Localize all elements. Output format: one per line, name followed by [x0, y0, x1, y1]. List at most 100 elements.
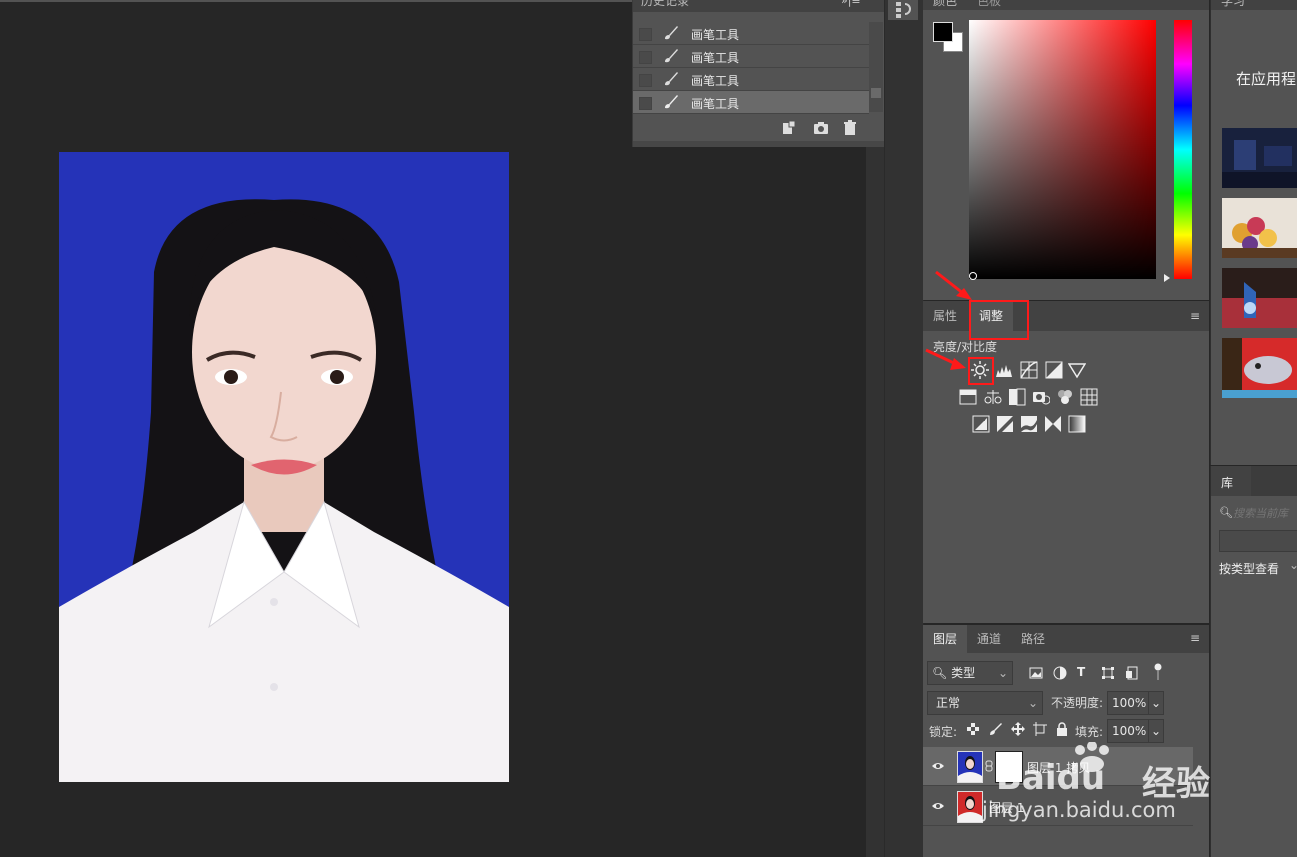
selective-color-icon[interactable] — [1044, 415, 1062, 433]
library-search-input[interactable] — [1231, 502, 1297, 524]
opacity-dropdown[interactable]: ⌄ — [1148, 691, 1164, 715]
lock-transparent-icon[interactable] — [967, 723, 979, 735]
fill-label: 填充: — [1075, 725, 1104, 739]
history-item-current[interactable]: 画笔工具 — [633, 91, 869, 114]
chevron-down-icon: ⌄ — [1289, 558, 1297, 572]
invert-icon[interactable] — [972, 415, 990, 433]
panel-menu-icon[interactable]: ≡ — [1190, 631, 1200, 645]
history-checkbox[interactable] — [639, 28, 652, 41]
chevron-down-icon: ⌄ — [1150, 696, 1162, 710]
learn-tab-bar: 学习 — [1211, 0, 1297, 10]
tab-learn[interactable]: 学习 — [1221, 0, 1245, 9]
id-photo-canvas[interactable] — [59, 152, 509, 782]
vibrance-icon[interactable] — [1068, 361, 1086, 379]
color-picker-field[interactable] — [969, 20, 1156, 279]
smart-object-filter-icon[interactable] — [1125, 666, 1139, 680]
library-select[interactable] — [1219, 530, 1297, 552]
history-panel: 历史记录 »|≡ 画笔工具 画笔工具 画笔工具 画笔工具 — [632, 0, 884, 147]
tutorial-thumbnail[interactable] — [1222, 268, 1297, 328]
watermark-brand: Baidu — [996, 758, 1106, 798]
opacity-value: 100% — [1112, 696, 1147, 710]
chevron-down-icon: ⌄ — [1027, 696, 1038, 710]
new-document-from-state-icon[interactable] — [781, 120, 797, 136]
lock-artboard-icon[interactable] — [1033, 722, 1047, 736]
blend-mode-select[interactable]: 正常 ⌄ — [927, 691, 1043, 715]
gradient-map-icon[interactable] — [1068, 415, 1086, 433]
camera-snapshot-icon[interactable] — [813, 120, 829, 136]
view-by-type-label[interactable]: 按类型查看 — [1219, 560, 1279, 577]
history-item-label: 画笔工具 — [691, 28, 740, 42]
history-footer — [633, 115, 884, 141]
history-scrollbar[interactable] — [869, 22, 883, 112]
history-item[interactable]: 画笔工具 — [633, 45, 869, 68]
hue-slider[interactable] — [1174, 20, 1192, 279]
type-layer-filter-icon[interactable]: T — [1077, 665, 1085, 679]
history-item[interactable]: 画笔工具 — [633, 68, 869, 91]
lock-label: 锁定: — [929, 725, 958, 739]
curves-icon[interactable] — [1020, 361, 1038, 379]
visibility-eye-icon[interactable] — [931, 759, 945, 773]
layer-thumbnail-image — [958, 752, 982, 782]
tutorial-thumbnail[interactable] — [1222, 198, 1297, 258]
fill-value: 100% — [1112, 724, 1147, 738]
hue-saturation-icon[interactable] — [959, 388, 977, 406]
posterize-icon[interactable] — [996, 415, 1014, 433]
tab-paths[interactable]: 路径 — [1011, 625, 1055, 653]
black-white-icon[interactable] — [1008, 388, 1026, 406]
library-tab-bar: 库 — [1211, 466, 1297, 496]
color-lookup-icon[interactable] — [1080, 388, 1098, 406]
filter-toggle-icon[interactable] — [1153, 663, 1163, 681]
tab-channels[interactable]: 通道 — [967, 625, 1011, 653]
fill-dropdown[interactable]: ⌄ — [1148, 719, 1164, 743]
tab-swatches[interactable]: 色板 — [977, 0, 1001, 9]
photo-filter-icon[interactable] — [1032, 388, 1050, 406]
history-dock-icon — [896, 2, 911, 18]
layer-filter-select[interactable]: 🔍︎ 类型 ⌄ — [927, 661, 1013, 685]
fill-input[interactable]: 100% — [1107, 719, 1151, 743]
tutorial-image-flowers — [1222, 198, 1297, 258]
tutorial-thumbnail[interactable] — [1222, 338, 1297, 398]
layer-thumbnail-image — [958, 792, 982, 822]
shape-layer-filter-icon[interactable] — [1101, 666, 1115, 680]
lock-position-move-icon[interactable] — [1011, 722, 1025, 736]
history-scroll-thumb[interactable] — [871, 88, 881, 98]
history-item-label: 画笔工具 — [691, 51, 740, 65]
lock-all-icon[interactable] — [1055, 722, 1069, 736]
history-checkbox[interactable] — [639, 51, 652, 64]
visibility-eye-icon[interactable] — [931, 799, 945, 813]
brightness-contrast-icon[interactable] — [971, 361, 989, 379]
color-balance-icon[interactable] — [984, 388, 1002, 406]
history-checkbox[interactable] — [639, 97, 652, 110]
hue-slider-thumb[interactable] — [1164, 274, 1170, 282]
history-tab[interactable]: 历史记录 — [641, 0, 689, 9]
lock-pixels-brush-icon[interactable] — [989, 722, 1003, 736]
learn-panel: 学习 在应用程 — [1210, 0, 1297, 465]
foreground-color-swatch[interactable] — [933, 22, 953, 42]
exposure-icon[interactable] — [1045, 361, 1063, 379]
panel-menu-icon[interactable]: ≡ — [1190, 309, 1200, 323]
adjustment-layer-filter-icon[interactable] — [1053, 666, 1067, 680]
history-panel-header: 历史记录 »|≡ — [633, 0, 884, 12]
history-dock-button[interactable] — [888, 0, 918, 20]
panel-menu-icon[interactable]: »|≡ — [841, 0, 861, 7]
history-item[interactable]: 画笔工具 — [633, 22, 869, 45]
brush-icon — [665, 72, 678, 86]
opacity-label: 不透明度: — [1051, 696, 1104, 710]
pixel-layer-filter-icon[interactable] — [1029, 666, 1043, 680]
panel-resize-grip[interactable] — [633, 141, 884, 147]
channel-mixer-icon[interactable] — [1056, 388, 1074, 406]
levels-icon[interactable] — [995, 361, 1013, 379]
collapsed-panel-dock — [884, 0, 924, 857]
trash-icon[interactable] — [842, 120, 858, 136]
threshold-icon[interactable] — [1020, 415, 1038, 433]
opacity-input[interactable]: 100% — [1107, 691, 1151, 715]
history-checkbox[interactable] — [639, 74, 652, 87]
history-item-label: 画笔工具 — [691, 74, 740, 88]
tutorial-thumbnail[interactable] — [1222, 128, 1297, 188]
layer-thumbnail — [957, 791, 983, 823]
tab-library[interactable]: 库 — [1221, 474, 1233, 491]
watermark-url: jingyan.baidu.com — [982, 798, 1176, 822]
search-icon: 🔍︎ — [932, 666, 948, 680]
tab-layers[interactable]: 图层 — [923, 625, 968, 653]
tab-color[interactable]: 颜色 — [933, 0, 957, 9]
